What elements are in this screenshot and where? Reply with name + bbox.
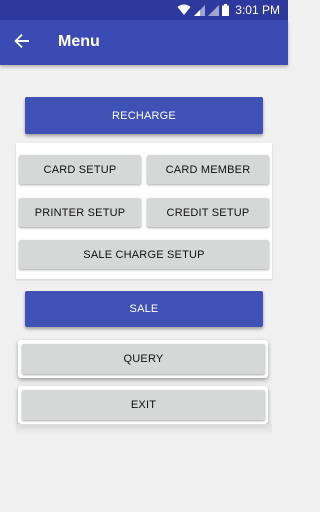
battery-icon [222, 4, 230, 16]
exit-button[interactable]: EXIT [22, 390, 265, 420]
printer-setup-button[interactable]: PRINTER SETUP [19, 198, 141, 227]
query-button[interactable]: QUERY [22, 344, 265, 374]
card-setup-button[interactable]: CARD SETUP [19, 155, 141, 184]
signal-icon [194, 4, 206, 16]
app-bar: Menu [0, 20, 288, 65]
arrow-left-icon [14, 33, 30, 54]
status-icons: 3:01 PM [177, 0, 280, 20]
sale-button[interactable]: SALE [25, 291, 263, 327]
panel-shadow [16, 424, 272, 436]
recharge-button[interactable]: RECHARGE [25, 97, 263, 134]
status-time: 3:01 PM [235, 3, 280, 17]
sale-charge-setup-button[interactable]: SALE CHARGE SETUP [19, 240, 269, 269]
status-bar: 3:01 PM [0, 0, 288, 20]
page-title: Menu [58, 33, 100, 50]
wifi-icon [177, 4, 191, 16]
card-member-button[interactable]: CARD MEMBER [147, 155, 269, 184]
back-button[interactable] [10, 31, 34, 55]
signal-icon [208, 4, 220, 16]
credit-setup-button[interactable]: CREDIT SETUP [147, 198, 269, 227]
